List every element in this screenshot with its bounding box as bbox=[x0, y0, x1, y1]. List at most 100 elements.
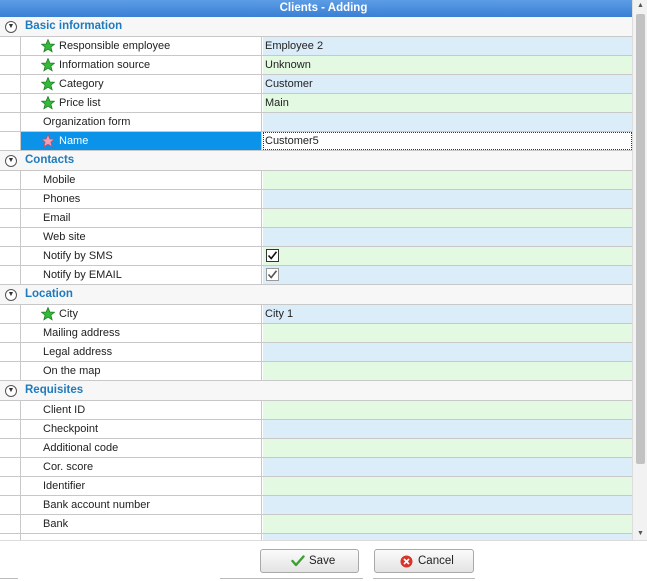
field-value[interactable]: Main bbox=[263, 94, 632, 112]
notify-email-checkbox[interactable] bbox=[266, 268, 279, 281]
field-value[interactable]: Customer bbox=[263, 75, 632, 93]
collapse-icon[interactable]: ▼ bbox=[5, 155, 17, 167]
field-label: Additional code bbox=[43, 442, 119, 454]
section-label: Contacts bbox=[25, 154, 75, 166]
field-label: City bbox=[59, 308, 78, 320]
field-label: Client ID bbox=[43, 404, 86, 416]
collapse-icon[interactable]: ▼ bbox=[5, 385, 17, 397]
field-label: Phones bbox=[43, 193, 81, 205]
row-additional-code[interactable]: Additional code bbox=[0, 439, 632, 458]
row-mobile[interactable]: Mobile bbox=[0, 171, 632, 190]
field-label: Legal address bbox=[43, 346, 113, 358]
field-label: Notify by EMAIL bbox=[43, 269, 122, 281]
section-location[interactable]: ▼ Location bbox=[0, 285, 632, 305]
field-label: Category bbox=[59, 78, 104, 90]
vertical-scrollbar[interactable]: ▲ ▼ bbox=[632, 0, 647, 540]
row-city[interactable]: City City 1 bbox=[0, 305, 632, 324]
row-mailing-address[interactable]: Mailing address bbox=[0, 324, 632, 343]
green-star-icon bbox=[40, 38, 56, 56]
field-value[interactable] bbox=[263, 171, 632, 189]
row-information-source[interactable]: Information source Unknown bbox=[0, 56, 632, 75]
row-email[interactable]: Email bbox=[0, 209, 632, 228]
save-button-label: Save bbox=[309, 555, 336, 567]
field-value[interactable] bbox=[263, 515, 632, 533]
row-on-the-map[interactable]: On the map bbox=[0, 362, 632, 381]
field-label: Information source bbox=[59, 59, 151, 71]
field-value bbox=[263, 266, 632, 284]
green-star-icon bbox=[40, 57, 56, 75]
save-button[interactable]: Save bbox=[260, 549, 359, 573]
section-label: Requisites bbox=[25, 384, 84, 396]
row-notify-by-sms[interactable]: Notify by SMS bbox=[0, 247, 632, 266]
field-value[interactable] bbox=[263, 324, 632, 342]
field-value[interactable] bbox=[263, 458, 632, 476]
field-value[interactable]: Employee 2 bbox=[263, 37, 632, 55]
section-label: Basic information bbox=[25, 20, 123, 32]
section-requisites[interactable]: ▼ Requisites bbox=[0, 381, 632, 401]
name-input[interactable]: Customer5 bbox=[263, 132, 632, 150]
dialog-footer: Save Cancel bbox=[0, 540, 647, 581]
field-value[interactable] bbox=[263, 343, 632, 361]
section-basic-information[interactable]: ▼ Basic information bbox=[0, 17, 632, 37]
green-star-icon bbox=[40, 95, 56, 113]
green-star-icon bbox=[40, 306, 56, 324]
cancel-button[interactable]: Cancel bbox=[374, 549, 474, 573]
field-value[interactable] bbox=[263, 420, 632, 438]
field-value[interactable]: City 1 bbox=[263, 305, 632, 323]
footer-divider bbox=[0, 578, 18, 579]
field-label: Name bbox=[59, 135, 89, 147]
field-label: Mobile bbox=[43, 174, 76, 186]
row-identifier[interactable]: Identifier bbox=[0, 477, 632, 496]
row-responsible-employee[interactable]: Responsible employee Employee 2 bbox=[0, 37, 632, 56]
collapse-icon[interactable]: ▼ bbox=[5, 289, 17, 301]
field-label: Responsible employee bbox=[59, 40, 171, 52]
scroll-down-arrow-icon[interactable]: ▼ bbox=[633, 528, 647, 540]
field-value[interactable] bbox=[263, 209, 632, 227]
checkmark-icon bbox=[291, 555, 305, 570]
row-client-id[interactable]: Client ID bbox=[0, 401, 632, 420]
cancel-button-label: Cancel bbox=[418, 555, 454, 567]
field-value[interactable] bbox=[263, 439, 632, 457]
row-legal-address[interactable]: Legal address bbox=[0, 343, 632, 362]
field-value[interactable] bbox=[263, 477, 632, 495]
field-value[interactable]: Unknown bbox=[263, 56, 632, 74]
property-grid: ▼ Basic information Responsible employee… bbox=[0, 17, 632, 540]
row-checkpoint[interactable]: Checkpoint bbox=[0, 420, 632, 439]
field-value[interactable] bbox=[263, 362, 632, 380]
row-organization-form[interactable]: Organization form bbox=[0, 113, 632, 132]
field-value[interactable] bbox=[263, 228, 632, 246]
field-label: Notify by SMS bbox=[43, 250, 113, 262]
row-cor-score[interactable]: Cor. score bbox=[0, 458, 632, 477]
field-label: Cor. score bbox=[43, 461, 94, 473]
field-label: Price list bbox=[59, 97, 101, 109]
red-star-icon bbox=[40, 133, 56, 151]
field-label: Checkpoint bbox=[43, 423, 99, 435]
field-value[interactable] bbox=[263, 496, 632, 514]
field-label: Bank bbox=[43, 518, 69, 530]
scroll-thumb[interactable] bbox=[636, 14, 645, 464]
field-value[interactable] bbox=[263, 401, 632, 419]
field-label: Mailing address bbox=[43, 327, 121, 339]
collapse-icon[interactable]: ▼ bbox=[5, 21, 17, 33]
field-label: Organization form bbox=[43, 116, 131, 128]
field-label: Email bbox=[43, 212, 71, 224]
row-phones[interactable]: Phones bbox=[0, 190, 632, 209]
footer-divider bbox=[220, 578, 363, 579]
row-category[interactable]: Category Customer bbox=[0, 75, 632, 94]
window-title: Clients - Adding bbox=[0, 0, 647, 17]
notify-sms-checkbox[interactable] bbox=[266, 249, 279, 262]
row-notify-by-email[interactable]: Notify by EMAIL bbox=[0, 266, 632, 285]
field-value[interactable] bbox=[263, 190, 632, 208]
scroll-up-arrow-icon[interactable]: ▲ bbox=[633, 0, 647, 12]
field-value[interactable] bbox=[263, 113, 632, 131]
field-label: Bank account number bbox=[43, 499, 151, 511]
field-label: Web site bbox=[43, 231, 86, 243]
section-contacts[interactable]: ▼ Contacts bbox=[0, 151, 632, 171]
green-star-icon bbox=[40, 76, 56, 94]
field-label: Identifier bbox=[43, 480, 86, 492]
row-bank[interactable]: Bank bbox=[0, 515, 632, 534]
row-name[interactable]: Name Customer5 bbox=[0, 132, 632, 151]
row-price-list[interactable]: Price list Main bbox=[0, 94, 632, 113]
row-web-site[interactable]: Web site bbox=[0, 228, 632, 247]
row-bank-account-number[interactable]: Bank account number bbox=[0, 496, 632, 515]
